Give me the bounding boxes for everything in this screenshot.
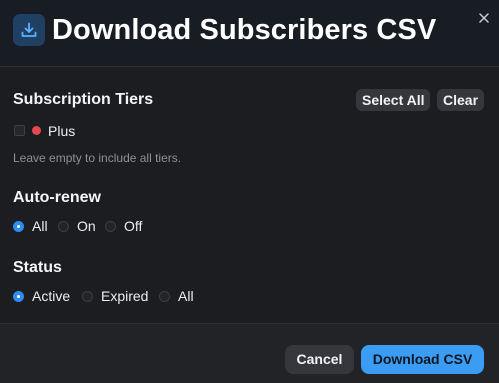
cancel-button[interactable]: Cancel [285, 345, 354, 374]
dialog-title: Download Subscribers CSV [52, 14, 437, 46]
auto-renew-on-label[interactable]: On [77, 218, 96, 234]
auto-renew-off-label[interactable]: Off [124, 218, 142, 234]
download-icon [13, 14, 45, 46]
dialog-header: Download Subscribers CSV [0, 0, 499, 67]
status-expired-radio[interactable] [82, 291, 93, 302]
tier-plus-label[interactable]: Plus [48, 123, 75, 139]
status-all-radio[interactable] [159, 291, 170, 302]
download-csv-button[interactable]: Download CSV [361, 345, 484, 374]
download-subscribers-dialog: Download Subscribers CSV Subscription Ti… [0, 0, 499, 383]
tiers-hint: Leave empty to include all tiers. [13, 151, 182, 165]
status-active-label[interactable]: Active [32, 288, 70, 304]
select-all-button[interactable]: Select All [356, 89, 430, 111]
status-expired-label[interactable]: Expired [101, 288, 148, 304]
status-section-title: Status [13, 259, 62, 276]
status-active-radio[interactable] [13, 291, 24, 302]
tier-plus-checkbox[interactable] [14, 125, 25, 136]
tiers-section-title: Subscription Tiers [13, 91, 154, 108]
dialog-footer: Cancel Download CSV [0, 323, 499, 383]
auto-renew-off-radio[interactable] [105, 221, 116, 232]
close-icon[interactable] [476, 10, 492, 26]
status-all-label[interactable]: All [178, 288, 194, 304]
auto-renew-section-title: Auto-renew [13, 189, 101, 206]
auto-renew-on-radio[interactable] [58, 221, 69, 232]
tier-color-dot [32, 126, 41, 135]
auto-renew-all-label[interactable]: All [32, 218, 48, 234]
clear-button[interactable]: Clear [437, 89, 484, 111]
auto-renew-all-radio[interactable] [13, 221, 24, 232]
